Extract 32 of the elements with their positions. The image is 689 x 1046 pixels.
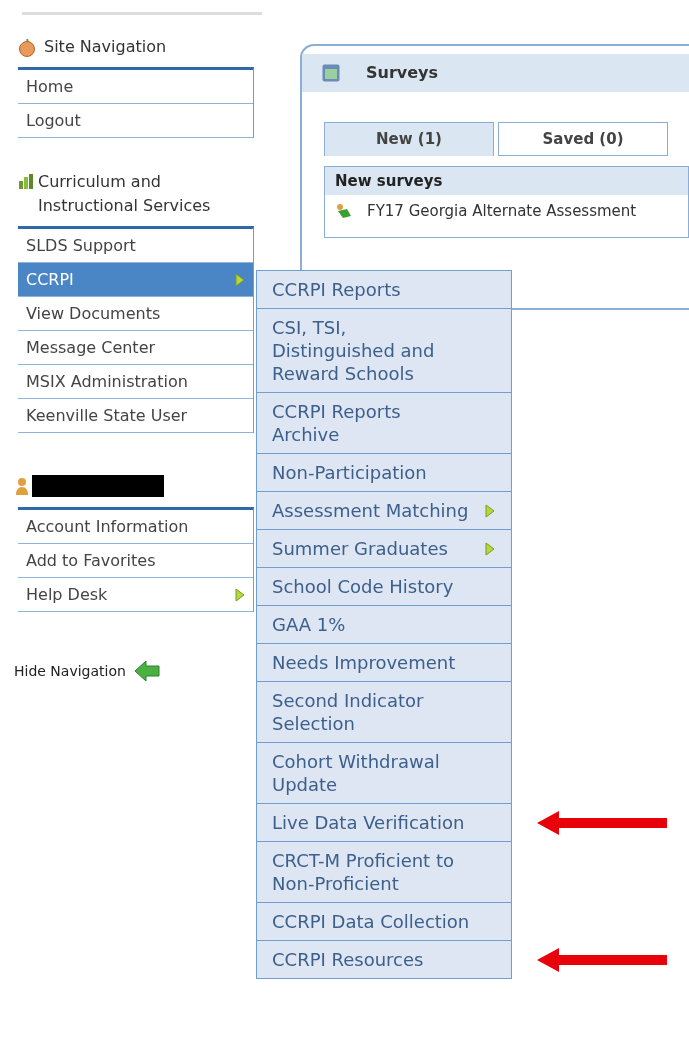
section-title: Site Navigation — [44, 36, 167, 58]
list-heading: New surveys — [325, 167, 688, 195]
menu-item[interactable]: CCRPI Data Collection — [256, 903, 512, 941]
menu-item[interactable]: Cohort Withdrawal Update — [256, 743, 512, 804]
fruit-icon — [18, 37, 36, 57]
tab[interactable]: New (1) — [324, 122, 494, 156]
menu-item[interactable]: Assessment Matching — [256, 492, 512, 530]
pointer-arrow-icon — [537, 811, 667, 835]
window-icon — [322, 64, 340, 82]
menu-item[interactable]: CCRPI Resources — [256, 941, 512, 979]
pointer-arrow-icon — [537, 948, 667, 972]
menu-item[interactable]: CCRPI Reports — [256, 270, 512, 309]
tab[interactable]: Saved (0) — [498, 122, 668, 156]
menu-item[interactable]: Non-Participation — [256, 454, 512, 492]
nav-item[interactable]: CCRPI — [18, 263, 253, 297]
bar-chart-icon — [18, 173, 34, 189]
menu-item[interactable]: School Code History — [256, 568, 512, 606]
panel-title: Surveys — [366, 62, 439, 84]
menu-item[interactable]: GAA 1% — [256, 606, 512, 644]
menu-item[interactable]: Needs Improvement — [256, 644, 512, 682]
menu-item[interactable]: CCRPI Reports Archive — [256, 393, 512, 454]
section-title: Curriculum and Instructional Services — [38, 171, 212, 217]
menu-item[interactable]: CSI, TSI, Distinguished and Reward Schools — [256, 309, 512, 393]
menu-item[interactable]: CRCT-M Proficient to Non-Proficient — [256, 842, 512, 903]
survey-icon — [335, 202, 353, 220]
menu-item[interactable]: Live Data Verification — [256, 804, 512, 842]
user-icon — [16, 477, 28, 495]
menu-item[interactable]: Second Indicator Selection — [256, 682, 512, 743]
survey-link[interactable]: FY17 Georgia Alternate Assessment — [367, 199, 637, 223]
menu-item[interactable]: Summer Graduates — [256, 530, 512, 568]
left-arrow-icon[interactable] — [133, 660, 160, 682]
hide-navigation-link[interactable]: Hide Navigation — [14, 660, 126, 682]
